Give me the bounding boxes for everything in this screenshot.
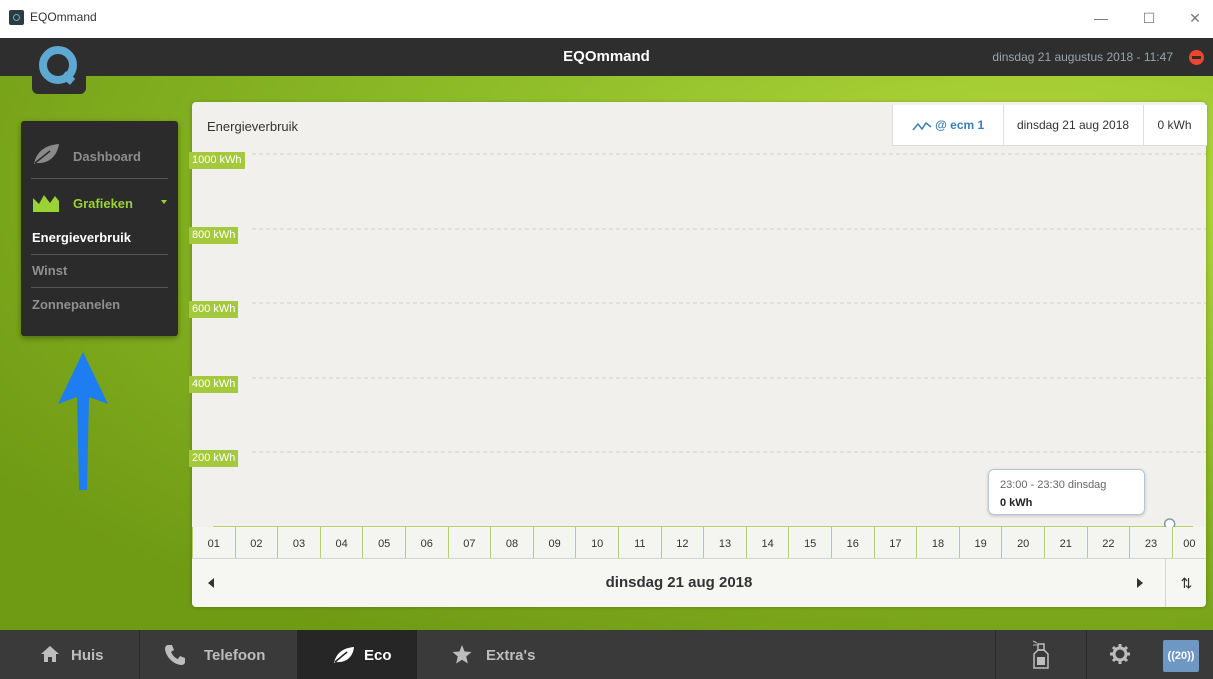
sidebar-item-zonnepanelen[interactable]: Zonnepanelen [32,297,169,312]
tab-label: Huis [71,647,104,664]
y-tick-label: 1000 kWh [189,152,245,169]
sidebar-item-grafieken[interactable]: Grafieken [21,186,178,220]
divider [31,254,168,255]
home-icon [41,646,59,662]
x-tick-label: 23 [1129,527,1172,558]
notification-badge[interactable]: ((20)) [1163,640,1199,672]
date-navigator: dinsdag 21 aug 2018 ⇅ [192,558,1206,607]
x-tick-label: 07 [447,527,491,558]
x-tick-label: 20 [1001,527,1044,558]
chart-area-icon [33,195,59,212]
x-tick-label: 12 [660,527,704,558]
leaf-icon [334,647,354,663]
sidebar: Dashboard Grafieken Energieverbruik Wins… [21,121,178,336]
x-tick-label: 05 [362,527,405,558]
x-tick-label: 02 [234,527,278,558]
tooltip-range: 23:00 - 23:30 dinsdag [1000,479,1107,491]
x-tick-label: 15 [788,527,831,558]
gear-icon [1110,644,1130,664]
tooltip-value: 0 kWh [1000,497,1033,509]
x-tick-label: 22 [1086,527,1130,558]
divider [31,178,168,179]
app-window: EQOmmand — ☐ ✕ EQOmmand dinsdag 21 augus… [0,0,1213,679]
navigator-date: dinsdag 21 aug 2018 [605,574,753,591]
close-button[interactable]: ✕ [1180,8,1210,28]
tab-huis[interactable]: Huis [0,630,139,679]
divider [31,287,168,288]
x-tick-label: 09 [532,527,576,558]
sidebar-item-energieverbruik[interactable]: Energieverbruik [32,230,169,245]
sidebar-item-label: Grafieken [73,196,133,211]
x-tick-label: 08 [490,527,533,558]
x-tick-label: 04 [319,527,363,558]
x-tick-label: 18 [916,527,959,558]
y-tick-label: 400 kWh [189,376,239,393]
spray-bottle-icon [1032,640,1049,669]
minimize-button[interactable]: — [1086,8,1116,28]
tab-label: Telefoon [204,647,266,664]
y-tick-label: 200 kWh [189,450,239,467]
leaf-icon [34,144,59,164]
spray-button[interactable] [996,630,1086,679]
tab-label: Extra's [486,647,536,664]
x-tick-label: 11 [618,527,661,558]
tab-label: Eco [364,647,392,664]
x-tick-label: 14 [745,527,789,558]
next-day-button[interactable] [1137,578,1143,588]
tab-extras[interactable]: Extra's [417,630,577,679]
x-tick-label: 16 [831,527,874,558]
sidebar-item-dashboard[interactable]: Dashboard [21,133,178,179]
tab-telefoon[interactable]: Telefoon [140,630,297,679]
chart-panel: Energieverbruik @ ecm 1 dinsdag 21 aug 2… [189,102,1207,607]
x-tick-label: 00 [1171,527,1206,558]
x-tick-label: 13 [703,527,746,558]
window-title: EQOmmand [30,10,97,24]
sort-toggle-button[interactable]: ⇅ [1165,559,1207,607]
y-tick-label: 600 kWh [189,301,239,318]
x-tick-label: 17 [873,527,917,558]
x-axis: 01 02 03 04 05 06 07 08 09 10 11 12 13 14 15 16 17 18 19 20… [192,527,1206,558]
x-tick-label: 10 [575,527,618,558]
x-tick-label: 03 [277,527,320,558]
sidebar-item-winst[interactable]: Winst [32,263,169,278]
chevron-down-icon [161,200,167,204]
power-icon[interactable] [1189,50,1204,65]
x-tick-label: 21 [1044,527,1087,558]
star-icon [452,645,472,664]
bottom-nav: Huis Telefoon Eco Extra's ((20)) [0,630,1213,679]
x-tick-label: 19 [958,527,1002,558]
x-tick-label: 01 [192,527,235,558]
maximize-button[interactable]: ☐ [1134,8,1164,28]
sidebar-item-label: Dashboard [73,149,141,164]
settings-button[interactable] [1087,630,1153,679]
chart-tooltip: 23:00 - 23:30 dinsdag 0 kWh [988,469,1145,515]
window-titlebar: EQOmmand — ☐ ✕ [0,0,1213,39]
up-arrow-icon [58,352,108,490]
tab-eco[interactable]: Eco [297,630,417,679]
header-datetime: dinsdag 21 augustus 2018 - 11:47 [992,50,1173,64]
x-tick-label: 06 [405,527,448,558]
y-tick-label: 800 kWh [189,227,239,244]
app-icon [9,10,24,25]
phone-icon [165,645,185,665]
logo[interactable] [32,42,86,94]
app-header: EQOmmand dinsdag 21 augustus 2018 - 11:4… [0,38,1213,76]
